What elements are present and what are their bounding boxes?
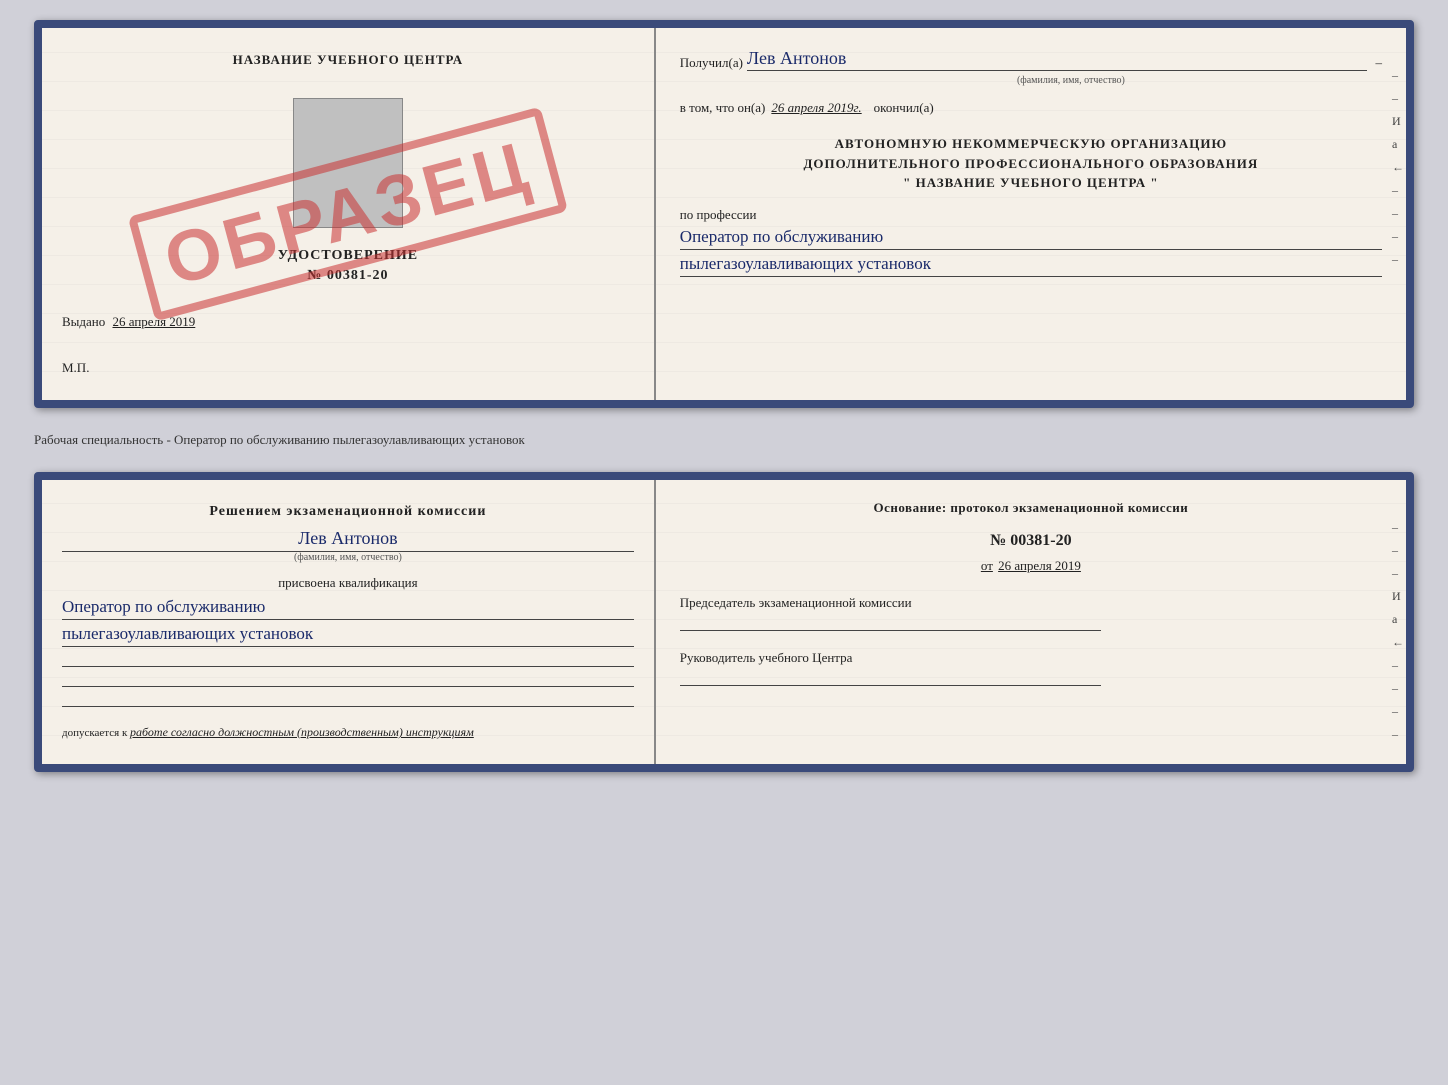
fio-hint-top: (фамилия, имя, отчество): [760, 75, 1382, 86]
bottom-document: Решением экзаменационной комиссии Лев Ан…: [34, 472, 1414, 772]
empty-line-1: [62, 651, 634, 667]
dopuskaetsya-text: работе согласно должностным (производств…: [130, 725, 474, 739]
po-professii-label: по профессии: [680, 207, 1382, 223]
bottom-doc-right: Основание: протокол экзаменационной коми…: [656, 480, 1406, 764]
org-block: АВТОНОМНУЮ НЕКОММЕРЧЕСКУЮ ОРГАНИЗАЦИЮ ДО…: [680, 134, 1382, 193]
bottom-name: Лев Антонов: [62, 528, 634, 549]
dopuskaetsya-label: допускается к: [62, 727, 127, 739]
rukovoditel-signature-line: [680, 685, 1101, 686]
bottom-right-side-marks: – – – И а ← – – – –: [1392, 520, 1404, 742]
udostoverenie-title: УДОСТОВЕРЕНИЕ: [62, 248, 634, 264]
ot-label: от: [981, 558, 993, 573]
org-line3: " НАЗВАНИЕ УЧЕБНОГО ЦЕНТРА ": [680, 173, 1382, 193]
ot-date-value: 26 апреля 2019: [998, 558, 1081, 573]
poluchil-row: Получил(а) Лев Антонов –: [680, 48, 1382, 71]
empty-line-2: [62, 671, 634, 687]
vtom-row: в том, что он(а) 26 апреля 2019г. окончи…: [680, 100, 1382, 116]
right-side-marks: – – И а ← – – – –: [1392, 68, 1404, 267]
poluchil-name: Лев Антонов: [747, 48, 1368, 71]
vydano-line: Выдано 26 апреля 2019: [62, 314, 634, 330]
dopuskaetsya-block: допускается к работе согласно должностны…: [62, 725, 634, 740]
vydano-label: Выдано: [62, 314, 105, 329]
dash-separator: –: [1375, 55, 1382, 71]
org-line2: ДОПОЛНИТЕЛЬНОГО ПРОФЕССИОНАЛЬНОГО ОБРАЗО…: [680, 154, 1382, 174]
mp-line: М.П.: [62, 360, 634, 376]
prof-line1: Оператор по обслуживанию: [680, 227, 1382, 250]
vtom-date: 26 апреля 2019г.: [771, 100, 861, 116]
vtom-label: в том, что он(а): [680, 100, 766, 116]
resheniem-label: Решением экзаменационной комиссии: [62, 504, 634, 520]
protocol-num: № 00381-20: [680, 532, 1382, 550]
predsedatel-block: Председатель экзаменационной комиссии: [680, 594, 1382, 631]
org-line1: АВТОНОМНУЮ НЕКОММЕРЧЕСКУЮ ОРГАНИЗАЦИЮ: [680, 134, 1382, 154]
okonchil-label: окончил(а): [874, 100, 934, 116]
top-doc-right: Получил(а) Лев Антонов – (фамилия, имя, …: [656, 28, 1406, 400]
predsedatel-signature-line: [680, 630, 1101, 631]
empty-line-3: [62, 691, 634, 707]
udostoverenie-num: № 00381-20: [62, 268, 634, 284]
ot-date: от 26 апреля 2019: [680, 558, 1382, 574]
bottom-doc-left: Решением экзаменационной комиссии Лев Ан…: [42, 480, 656, 764]
photo-placeholder: [293, 98, 403, 228]
top-left-title: НАЗВАНИЕ УЧЕБНОГО ЦЕНТРА: [62, 52, 634, 68]
osnov-label: Основание: протокол экзаменационной коми…: [680, 500, 1382, 516]
top-doc-left: НАЗВАНИЕ УЧЕБНОГО ЦЕНТРА УДОСТОВЕРЕНИЕ №…: [42, 28, 656, 400]
rukovoditel-label: Руководитель учебного Центра: [680, 649, 1382, 667]
prisvoena-label: присвоена квалификация: [62, 575, 634, 591]
kval-line2: пылегазоулавливающих установок: [62, 624, 634, 647]
bottom-fio-hint: (фамилия, имя, отчество): [62, 551, 634, 563]
rukovoditel-block: Руководитель учебного Центра: [680, 649, 1382, 686]
poluchil-label: Получил(а): [680, 55, 743, 71]
vydano-date: 26 апреля 2019: [113, 314, 196, 329]
predsedatel-label: Председатель экзаменационной комиссии: [680, 594, 1382, 612]
prof-line2: пылегазоулавливающих установок: [680, 254, 1382, 277]
kval-line1: Оператор по обслуживанию: [62, 597, 634, 620]
top-document: НАЗВАНИЕ УЧЕБНОГО ЦЕНТРА УДОСТОВЕРЕНИЕ №…: [34, 20, 1414, 408]
separator-text: Рабочая специальность - Оператор по обсл…: [34, 424, 1414, 456]
